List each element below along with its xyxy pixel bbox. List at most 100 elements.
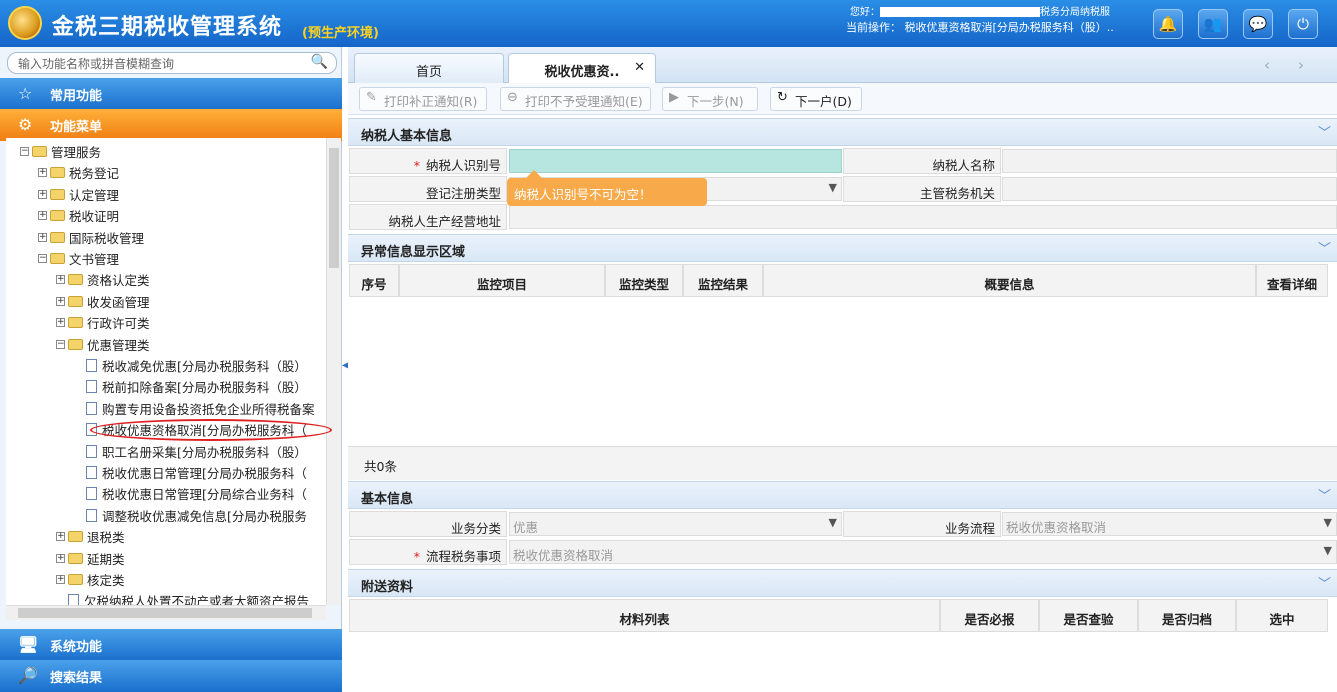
chevron-down-icon[interactable]: ﹀: [1318, 573, 1331, 592]
tree-item[interactable]: 税收优惠日常管理[分局办税服务科（: [74, 462, 307, 483]
tab-next-icon[interactable]: ›: [1290, 56, 1312, 78]
print-correction-button[interactable]: ✎ 打印补正通知(R): [359, 87, 487, 111]
main-panel: 首页 税收优惠资.. ✕ ‹ › ✎ 打印补正通知(R) ⊖ 打印不予受理通知(E) …: [348, 47, 1337, 688]
collapse-icon[interactable]: −: [56, 339, 65, 349]
address-field: [509, 205, 1337, 229]
tree-folder[interactable]: − 文书管理: [38, 248, 119, 269]
folder-icon: [68, 552, 83, 564]
next-household-button[interactable]: ↻ 下一户(D): [770, 87, 862, 111]
next-step-button[interactable]: ▶ 下一步(N): [662, 87, 758, 111]
tab-tax-preference-cancel[interactable]: 税收优惠资.. ✕: [508, 53, 656, 83]
section-exception-info[interactable]: 异常信息显示区域 ﹀: [348, 234, 1337, 262]
tree-folder[interactable]: + 国际税收管理: [38, 227, 144, 248]
column-header: 是否查验: [1039, 599, 1138, 632]
tab-prev-icon[interactable]: ‹: [1256, 56, 1278, 78]
scrollbar-thumb[interactable]: [329, 148, 339, 268]
expand-icon[interactable]: +: [56, 318, 65, 328]
tree-item[interactable]: 调整税收优惠减免信息[分局办税服务: [74, 505, 307, 526]
dropdown-arrow-icon[interactable]: ▼: [1324, 516, 1332, 529]
tree-folder[interactable]: + 税收证明: [38, 205, 119, 226]
tree-item[interactable]: 购置专用设备投资抵免企业所得税备案: [74, 398, 315, 419]
tab-home[interactable]: 首页: [354, 53, 504, 83]
expand-icon[interactable]: +: [38, 189, 47, 199]
tree-vertical-scrollbar[interactable]: [326, 138, 341, 605]
expand-icon[interactable]: +: [56, 532, 65, 542]
chevron-down-icon[interactable]: ﹀: [1318, 485, 1331, 504]
folder-icon: [68, 531, 83, 543]
folder-icon: [68, 338, 83, 350]
required-marker: *: [413, 549, 420, 564]
tree-folder[interactable]: + 资格认定类: [56, 269, 150, 290]
tree-folder[interactable]: − 优惠管理类: [56, 334, 150, 355]
tab-label: 税收优惠资..: [544, 65, 620, 80]
button-label: 下一步(N): [687, 94, 744, 109]
tree-item[interactable]: 税收减免优惠[分局办税服务科（股）: [74, 355, 307, 376]
document-icon: [86, 487, 97, 501]
tax-id-input[interactable]: [509, 149, 842, 173]
expand-icon[interactable]: +: [56, 296, 65, 306]
flow-item-select[interactable]: 税收优惠资格取消 ▼: [509, 540, 1337, 564]
tree-item[interactable]: 税前扣除备案[分局办税服务科（股）: [74, 376, 307, 397]
tree-item[interactable]: 欠税纳税人处置不动产或者大额资产报告: [56, 590, 309, 605]
tree-folder[interactable]: + 税务登记: [38, 162, 119, 183]
tree-label: 税前扣除备案[分局办税服务科（股）: [102, 380, 307, 396]
document-icon: [86, 359, 97, 372]
business-category-select[interactable]: 优惠 ▼: [509, 512, 842, 536]
tree-horizontal-scrollbar[interactable]: [6, 605, 326, 620]
dropdown-arrow-icon[interactable]: ▼: [829, 181, 837, 194]
folder-icon: [50, 231, 65, 243]
tree-folder[interactable]: + 延期类: [56, 548, 125, 569]
accordion-function-menu[interactable]: ⚙ 功能菜单: [0, 109, 342, 141]
tree-folder[interactable]: + 认定管理: [38, 184, 119, 205]
tree-folder[interactable]: + 退税类: [56, 526, 125, 547]
expand-icon[interactable]: +: [56, 553, 65, 563]
users-icon[interactable]: 👥: [1198, 9, 1228, 39]
function-search-input[interactable]: 输入功能名称或拼音模糊查询 🔍: [7, 52, 337, 74]
chevron-down-icon[interactable]: ﹀: [1318, 238, 1331, 257]
business-flow-select[interactable]: 税收优惠资格取消 ▼: [1002, 512, 1337, 536]
dropdown-arrow-icon[interactable]: ▼: [829, 516, 837, 529]
chat-icon[interactable]: 💬: [1243, 9, 1273, 39]
tree-item[interactable]: 职工名册采集[分局办税服务科（股）: [74, 441, 307, 462]
power-icon[interactable]: ⏻: [1288, 9, 1318, 39]
column-header: 查看详细: [1256, 264, 1328, 297]
chevron-down-icon[interactable]: ﹀: [1318, 122, 1331, 141]
print-reject-button[interactable]: ⊖ 打印不予受理通知(E): [500, 87, 651, 111]
select-value: 税收优惠资格取消: [513, 548, 614, 563]
expand-icon[interactable]: +: [38, 168, 47, 178]
reg-type-label: 登记注册类型: [349, 176, 507, 202]
column-header: 选中: [1236, 599, 1328, 632]
accordion-search-results[interactable]: 🔎 搜索结果: [0, 660, 342, 692]
accordion-common-functions[interactable]: ☆ 常用功能: [0, 78, 342, 110]
expand-icon[interactable]: +: [38, 211, 47, 221]
tree-item[interactable]: 税收优惠日常管理[分局综合业务科（: [74, 483, 307, 504]
section-title: 纳税人基本信息: [361, 129, 453, 144]
tree-folder[interactable]: + 收发函管理: [56, 291, 150, 312]
column-header: 序号: [349, 264, 399, 297]
tree-folder[interactable]: + 行政许可类: [56, 312, 150, 333]
section-attachments[interactable]: 附送资料 ﹀: [348, 569, 1337, 597]
folder-icon: [50, 167, 65, 179]
tax-emblem-icon: [8, 6, 42, 40]
collapse-icon[interactable]: −: [38, 254, 47, 263]
tree-folder[interactable]: − 管理服务: [20, 141, 101, 162]
search-icon[interactable]: 🔍: [311, 54, 328, 70]
accordion-system-functions[interactable]: 🖥 系统功能: [0, 629, 342, 661]
action-toolbar: ✎ 打印补正通知(R) ⊖ 打印不予受理通知(E) ▶ 下一步(N) ↻ 下一户(D): [348, 83, 1337, 115]
tree-label: 税务登记: [69, 166, 120, 182]
expand-icon[interactable]: +: [38, 232, 47, 242]
bell-icon[interactable]: 🔔: [1153, 9, 1183, 39]
tree-folder[interactable]: + 核定类: [56, 569, 125, 590]
collapse-icon[interactable]: −: [20, 147, 29, 156]
expand-icon[interactable]: +: [56, 275, 65, 285]
section-basic-info[interactable]: 基本信息 ﹀: [348, 481, 1337, 509]
section-title: 附送资料: [361, 580, 414, 595]
section-taxpayer-info[interactable]: 纳税人基本信息 ﹀: [348, 118, 1337, 146]
scrollbar-thumb[interactable]: [18, 608, 312, 618]
tree-label: 文书管理: [69, 252, 120, 267]
dropdown-arrow-icon[interactable]: ▼: [1324, 544, 1332, 557]
column-header: 材料列表: [349, 599, 940, 632]
close-icon[interactable]: ✕: [634, 60, 645, 75]
app-header: 金税三期税收管理系统 (预生产环境) 您好： 税务分局纳税服 当前操作： 税收优惠…: [0, 0, 1337, 47]
expand-icon[interactable]: +: [56, 575, 65, 584]
